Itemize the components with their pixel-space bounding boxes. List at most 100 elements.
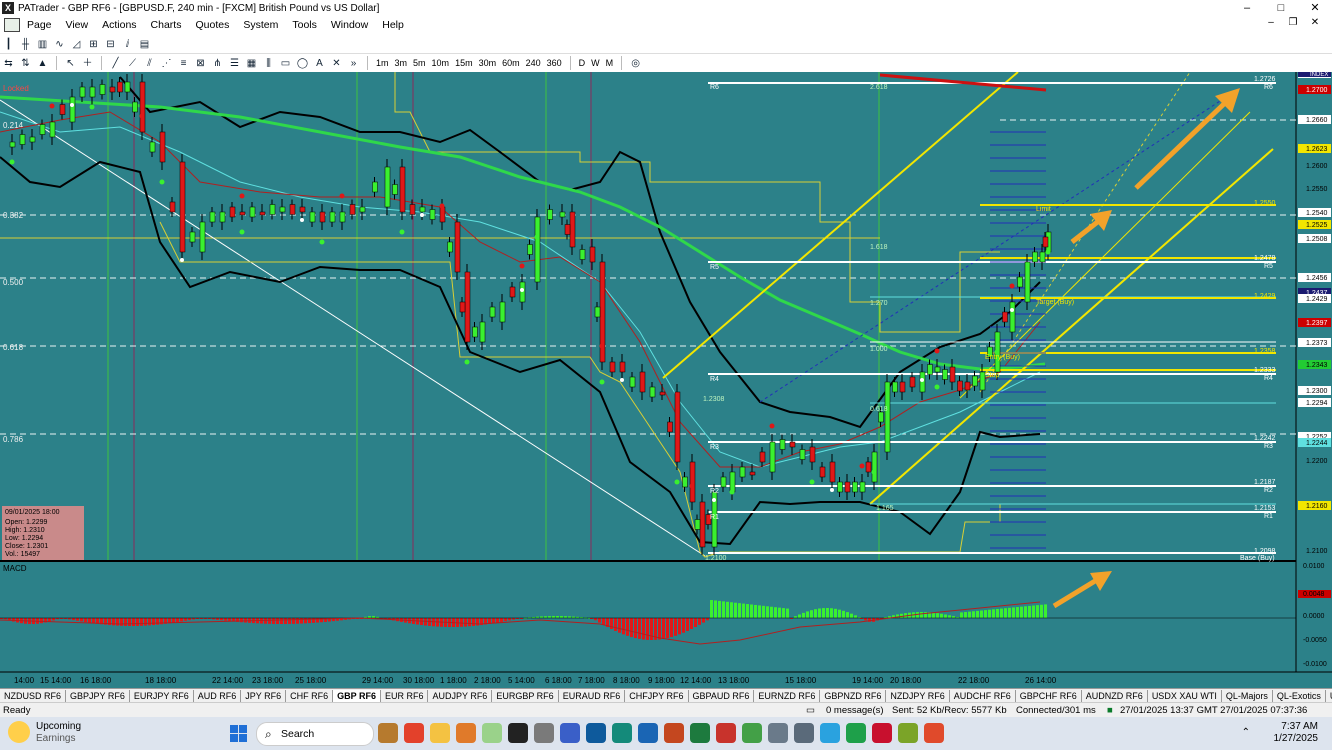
app-icon-chrome-2[interactable] — [924, 723, 944, 743]
close-button[interactable]: ✕ — [1298, 0, 1332, 16]
app-icon-android[interactable] — [482, 723, 502, 743]
cursor-icon[interactable]: ↖ — [62, 56, 79, 71]
app-icon-green[interactable] — [742, 723, 762, 743]
symbol-tab[interactable]: CHFJPY RF6 — [625, 689, 689, 703]
timeframe-monthly[interactable]: M — [603, 58, 617, 68]
app-icon-calculator[interactable] — [534, 723, 554, 743]
app-icon-excel[interactable] — [690, 723, 710, 743]
text-icon[interactable]: A — [311, 56, 328, 71]
arrange-icon[interactable]: ⇆ — [0, 56, 17, 71]
symbol-tab[interactable]: EURAUD RF6 — [559, 689, 626, 703]
zoom-out-icon[interactable]: ⊟ — [102, 37, 119, 52]
menu-window[interactable]: Window — [324, 19, 375, 31]
mdi-close-button[interactable]: ✕ — [1304, 17, 1326, 28]
symbol-tab[interactable]: AUDCHF RF6 — [950, 689, 1016, 703]
ray-icon[interactable]: ⟋ — [124, 56, 141, 71]
minimize-button[interactable]: – — [1230, 0, 1264, 16]
timeframe-weekly[interactable]: W — [588, 58, 603, 68]
symbol-tab[interactable]: EUR RF6 — [381, 689, 429, 703]
symbol-tab[interactable]: NZDUSD RF6 — [0, 689, 67, 703]
timeframe-5m[interactable]: 5m — [410, 58, 429, 68]
timeframe-360[interactable]: 360 — [544, 58, 565, 68]
price-chart[interactable]: 0.214 0.382 0.500 0.618 0.786 Locked R6 … — [0, 69, 1332, 688]
menu-charts[interactable]: Charts — [144, 19, 189, 31]
more-tools-icon[interactable]: » — [345, 56, 362, 71]
app-icon-gallery[interactable] — [794, 723, 814, 743]
zoom-in-icon[interactable]: ⊞ — [85, 37, 102, 52]
symbol-tab[interactable]: QL-Exotics — [1273, 689, 1326, 703]
menu-tools[interactable]: Tools — [285, 19, 324, 31]
symbol-tab[interactable]: NZDJPY RF6 — [886, 689, 950, 703]
message-icon[interactable]: ▭ — [806, 705, 815, 716]
app-icon-w[interactable] — [898, 723, 918, 743]
bar-chart-icon[interactable]: ┃ — [0, 37, 17, 52]
timeframe-240[interactable]: 240 — [523, 58, 544, 68]
start-button[interactable] — [230, 725, 247, 742]
app-icon-chrome[interactable] — [404, 723, 424, 743]
app-icon-acrobat[interactable] — [716, 723, 736, 743]
symbol-tab[interactable]: AUDJPY RF6 — [428, 689, 493, 703]
app-icon-telegram[interactable] — [820, 723, 840, 743]
sync-icon[interactable]: ⇅ — [17, 56, 34, 71]
symbol-tab[interactable]: AUD RF6 — [194, 689, 242, 703]
timeframe-10m[interactable]: 10m — [429, 58, 453, 68]
menu-quotes[interactable]: Quotes — [188, 19, 236, 31]
alert-icon[interactable]: ▲ — [34, 56, 51, 71]
pivot-icon[interactable]: ▦ — [243, 56, 260, 71]
mdi-minimize-button[interactable]: – — [1260, 17, 1282, 28]
app-icon-word[interactable] — [638, 723, 658, 743]
status-messages[interactable]: 0 message(s) — [826, 705, 884, 716]
refresh-icon[interactable]: ◎ — [627, 56, 644, 71]
rectangle-icon[interactable]: ▭ — [277, 56, 294, 71]
symbol-tab[interactable]: GBPNZD RF6 — [820, 689, 887, 703]
chart-canvas[interactable]: 0.214 0.382 0.500 0.618 0.786 Locked R6 … — [0, 69, 1332, 688]
menu-view[interactable]: View — [59, 19, 96, 31]
menu-system[interactable]: System — [236, 19, 285, 31]
chart-window-icon[interactable] — [4, 18, 20, 32]
app-icon-briefcase[interactable] — [378, 723, 398, 743]
template-icon[interactable]: ▤ — [136, 37, 153, 52]
symbol-tab[interactable]: USDX XAU WTI — [1148, 689, 1222, 703]
fib-fan-icon[interactable]: ⋰ — [158, 56, 175, 71]
timeframe-daily[interactable]: D — [576, 58, 589, 68]
symbol-tab[interactable]: GBPAUD RF6 — [689, 689, 755, 703]
timeframe-15m[interactable]: 15m — [452, 58, 476, 68]
trendline-icon[interactable]: ╱ — [107, 56, 124, 71]
delete-drawings-icon[interactable]: ✕ — [328, 56, 345, 71]
area-chart-icon[interactable]: ◿ — [68, 37, 85, 52]
app-icon-whatsapp[interactable] — [846, 723, 866, 743]
timeframe-3m[interactable]: 3m — [392, 58, 411, 68]
ellipse-icon[interactable]: ◯ — [294, 56, 311, 71]
menu-page[interactable]: Page — [20, 19, 59, 31]
app-icon-edge[interactable] — [586, 723, 606, 743]
fib-extension-icon[interactable]: ☰ — [226, 56, 243, 71]
timeframe-30m[interactable]: 30m — [476, 58, 500, 68]
taskbar-search[interactable]: ⌕ Search — [256, 722, 374, 746]
app-icon-red[interactable] — [872, 723, 892, 743]
app-icon-chart[interactable] — [612, 723, 632, 743]
cycle-icon[interactable]: ⫼ — [260, 56, 277, 71]
app-icon-explorer[interactable] — [430, 723, 450, 743]
maximize-button[interactable]: □ — [1264, 0, 1298, 16]
symbol-tab[interactable]: EURGBP RF6 — [492, 689, 559, 703]
symbol-tab[interactable]: GBP RF6 — [333, 689, 381, 703]
app-icon-mail[interactable] — [560, 723, 580, 743]
weather-widget[interactable]: Upcoming Earnings — [8, 721, 81, 745]
app-icon-firefox[interactable] — [456, 723, 476, 743]
line-chart-icon[interactable]: ∿ — [51, 37, 68, 52]
symbol-tab[interactable]: JPY RF6 — [241, 689, 287, 703]
gann-icon[interactable]: ⊠ — [192, 56, 209, 71]
channel-icon[interactable]: ⫽ — [141, 56, 158, 71]
taskbar-clock[interactable]: 7:37 AM 1/27/2025 — [1274, 721, 1319, 745]
symbol-tab[interactable]: GBPCHF RF6 — [1016, 689, 1082, 703]
crosshair-icon[interactable]: ＋ — [79, 56, 96, 71]
symbol-tab[interactable]: EURJPY RF6 — [130, 689, 194, 703]
app-icon-settings[interactable] — [768, 723, 788, 743]
symbol-tab[interactable]: QL-Majors — [1222, 689, 1273, 703]
symbol-tab[interactable]: USDX RF6 — [1326, 690, 1332, 703]
symbol-tab[interactable]: AUDNZD RF6 — [1082, 689, 1148, 703]
fib-retracement-icon[interactable]: ≡ — [175, 56, 192, 71]
symbol-tab[interactable]: GBPJPY RF6 — [66, 689, 130, 703]
pitchfork-icon[interactable]: ⋔ — [209, 56, 226, 71]
app-icon-patrader[interactable] — [508, 723, 528, 743]
